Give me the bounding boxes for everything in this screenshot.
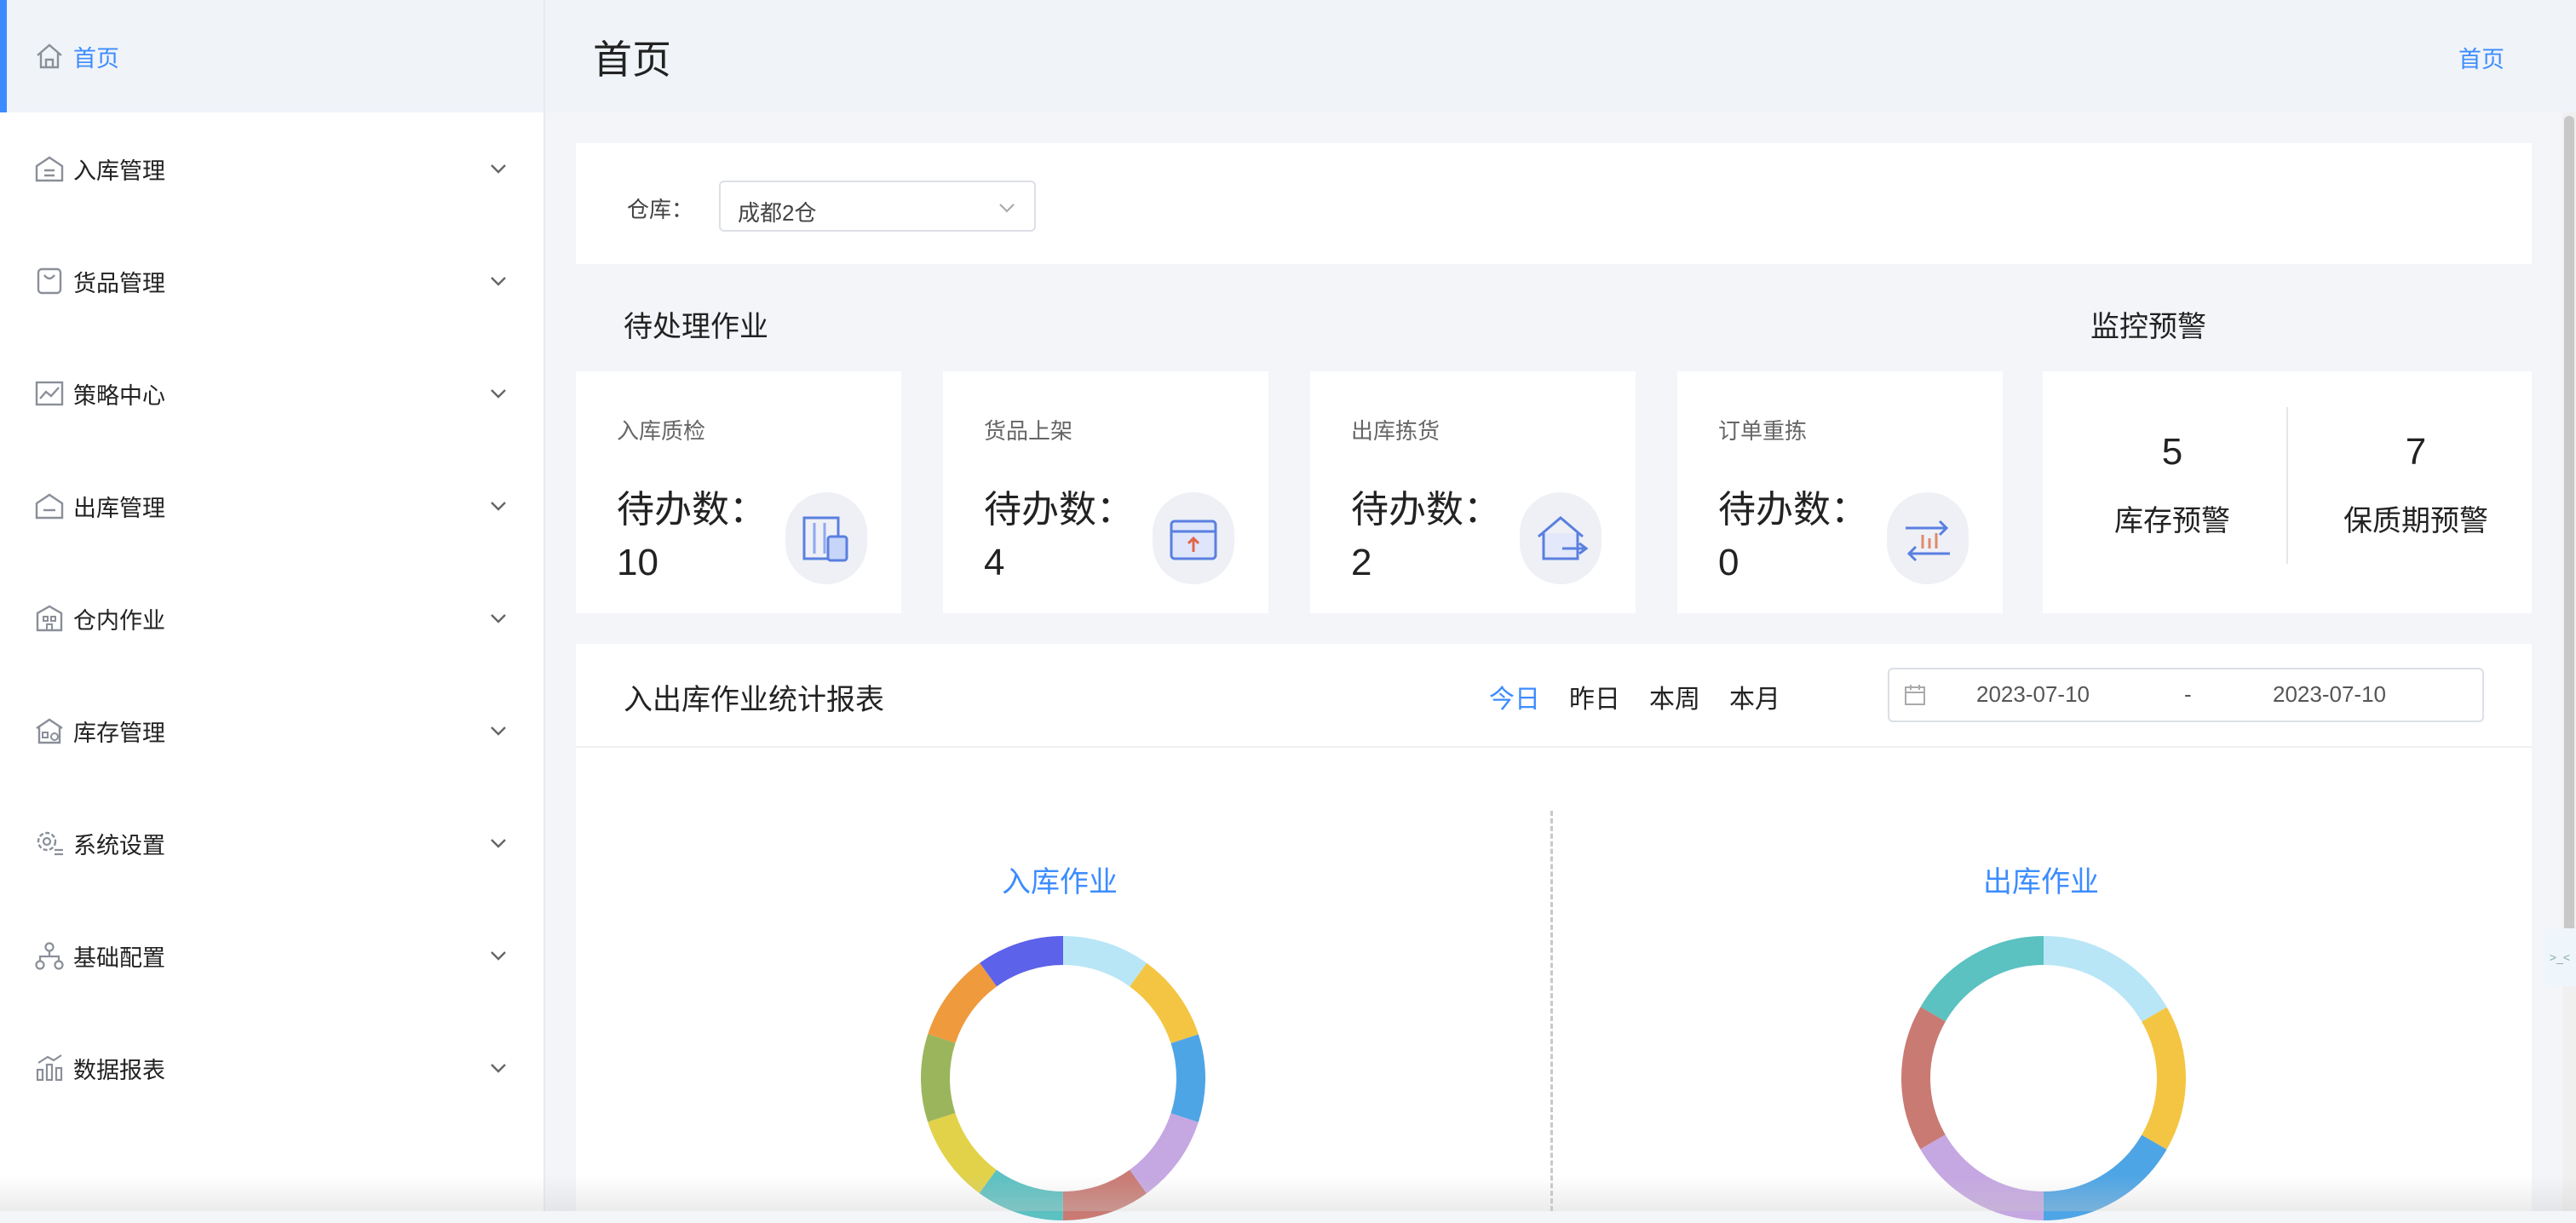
breadcrumb[interactable]: 首页 (2458, 41, 2504, 74)
date-range-picker[interactable]: 2023-07-10 - 2023-07-10 (1888, 668, 2484, 722)
bar-chart-icon (36, 1054, 63, 1082)
sidebar-item-strategy[interactable]: 策略中心 (0, 337, 543, 450)
divider (2286, 407, 2288, 564)
chevron-down-icon (491, 164, 506, 174)
period-tab-month[interactable]: 本月 (1729, 678, 1780, 715)
sidebar: 首页 入库管理 货品管理 策略中心 出库管理 仓内作业 库存管理 系统设置 基础… (0, 0, 545, 1211)
outbound-icon (35, 493, 64, 520)
task-card-shelving[interactable]: 货品上架 待办数：4 (943, 371, 1268, 613)
period-tab-yesterday[interactable]: 昨日 (1569, 678, 1620, 715)
outbound-chart-title: 出库作业 (1983, 866, 2099, 899)
inbound-donut-chart (921, 936, 1205, 1220)
card-count: 待办数：0 (1718, 489, 1868, 583)
card-count: 待办数：4 (984, 489, 1134, 583)
sidebar-item-label: 系统设置 (73, 832, 165, 858)
shelf-life-alert-count[interactable]: 7 (2322, 431, 2510, 474)
page-title: 首页 (593, 37, 671, 82)
chevron-down-icon (491, 389, 506, 399)
chart-line-icon (35, 381, 64, 406)
scrollbar-thumb[interactable] (2564, 116, 2574, 933)
sidebar-item-basic-config[interactable]: 基础配置 (0, 899, 543, 1012)
scrollbar[interactable] (2562, 112, 2576, 1211)
sidebar-item-label: 仓内作业 (73, 607, 165, 634)
sidebar-item-label: 策略中心 (73, 382, 165, 409)
home-icon (37, 43, 62, 69)
sidebar-item-label: 库存管理 (73, 720, 165, 746)
sidebar-item-warehouse-ops[interactable]: 仓内作业 (0, 562, 543, 675)
card-count: 待办数：2 (1351, 489, 1501, 583)
outbound-donut-chart (1901, 936, 2186, 1220)
sidebar-item-goods[interactable]: 货品管理 (0, 225, 543, 337)
task-card-repick[interactable]: 订单重拣 待办数：0 (1677, 371, 2003, 613)
gear-icon (37, 831, 63, 856)
sidebar-item-inventory[interactable]: 库存管理 (0, 675, 543, 787)
box-icon (1153, 492, 1234, 584)
card-count: 待办数：10 (617, 489, 767, 583)
chevron-down-icon (999, 204, 1015, 213)
date-separator: - (2184, 681, 2192, 707)
sidebar-item-label: 基础配置 (73, 945, 165, 971)
date-start[interactable]: 2023-07-10 (1976, 681, 2090, 708)
card-title: 订单重拣 (1718, 418, 1808, 444)
inbound-icon (35, 156, 64, 182)
chevron-down-icon (491, 614, 506, 623)
bag-icon (37, 267, 62, 295)
side-toggle-tab[interactable]: >_< (2544, 928, 2576, 986)
repick-icon (1887, 492, 1969, 584)
chevron-down-icon (491, 839, 506, 848)
inbound-chart-title: 入库作业 (1002, 866, 1118, 899)
inventory-alert-count[interactable]: 5 (2079, 431, 2266, 474)
sidebar-item-outbound[interactable]: 出库管理 (0, 450, 543, 562)
sidebar-item-reports[interactable]: 数据报表 (0, 1012, 543, 1124)
warehouse-select-value: 成都2仓 (738, 200, 817, 226)
chevron-down-icon (491, 726, 506, 736)
period-tab-today[interactable]: 今日 (1489, 678, 1540, 715)
sidebar-item-inbound[interactable]: 入库管理 (0, 112, 543, 225)
sidebar-item-home[interactable]: 首页 (0, 0, 543, 112)
report-panel: 入出库作业统计报表 今日 昨日 本周 本月 2023-07-10 - 2023-… (576, 644, 2532, 1220)
chevron-down-icon (491, 277, 506, 286)
chevron-down-icon (491, 951, 506, 961)
monitor-title: 监控预警 (2090, 311, 2206, 343)
sidebar-item-label: 入库管理 (73, 158, 165, 184)
monitor-panel: 5 库存预警 7 保质期预警 (2043, 371, 2532, 613)
building-icon (36, 605, 63, 632)
card-title: 出库拣货 (1351, 418, 1440, 444)
card-title: 货品上架 (984, 418, 1073, 444)
shelf-life-alert-label: 保质期预警 (2343, 505, 2488, 537)
warehouse-select[interactable]: 成都2仓 (719, 181, 1036, 232)
house-out-icon (1520, 492, 1601, 584)
inspection-icon (785, 492, 867, 584)
calendar-icon (1905, 685, 1925, 705)
warehouse-icon (36, 718, 63, 744)
chart-divider (1550, 811, 1553, 1211)
period-tab-week[interactable]: 本周 (1649, 678, 1700, 715)
warehouse-filter-panel: 仓库： 成都2仓 (576, 143, 2532, 264)
date-end[interactable]: 2023-07-10 (2273, 681, 2386, 708)
sidebar-item-label: 首页 (73, 45, 119, 72)
pending-tasks-title: 待处理作业 (624, 311, 768, 343)
sidebar-item-label: 货品管理 (73, 270, 165, 296)
report-title: 入出库作业统计报表 (624, 684, 884, 716)
warehouse-label: 仓库： (627, 197, 694, 222)
hierarchy-icon (35, 942, 64, 970)
chevron-down-icon (491, 1064, 506, 1073)
task-card-picking[interactable]: 出库拣货 待办数：2 (1310, 371, 1636, 613)
inventory-alert-label: 库存预警 (2114, 505, 2230, 537)
sidebar-item-label: 出库管理 (73, 495, 165, 521)
card-title: 入库质检 (617, 418, 706, 444)
task-card-inspection[interactable]: 入库质检 待办数：10 (576, 371, 901, 613)
chevron-down-icon (491, 502, 506, 511)
page-header: 首页 首页 (545, 0, 2576, 112)
sidebar-item-settings[interactable]: 系统设置 (0, 787, 543, 899)
divider (576, 746, 2532, 748)
sidebar-item-label: 数据报表 (73, 1057, 165, 1083)
